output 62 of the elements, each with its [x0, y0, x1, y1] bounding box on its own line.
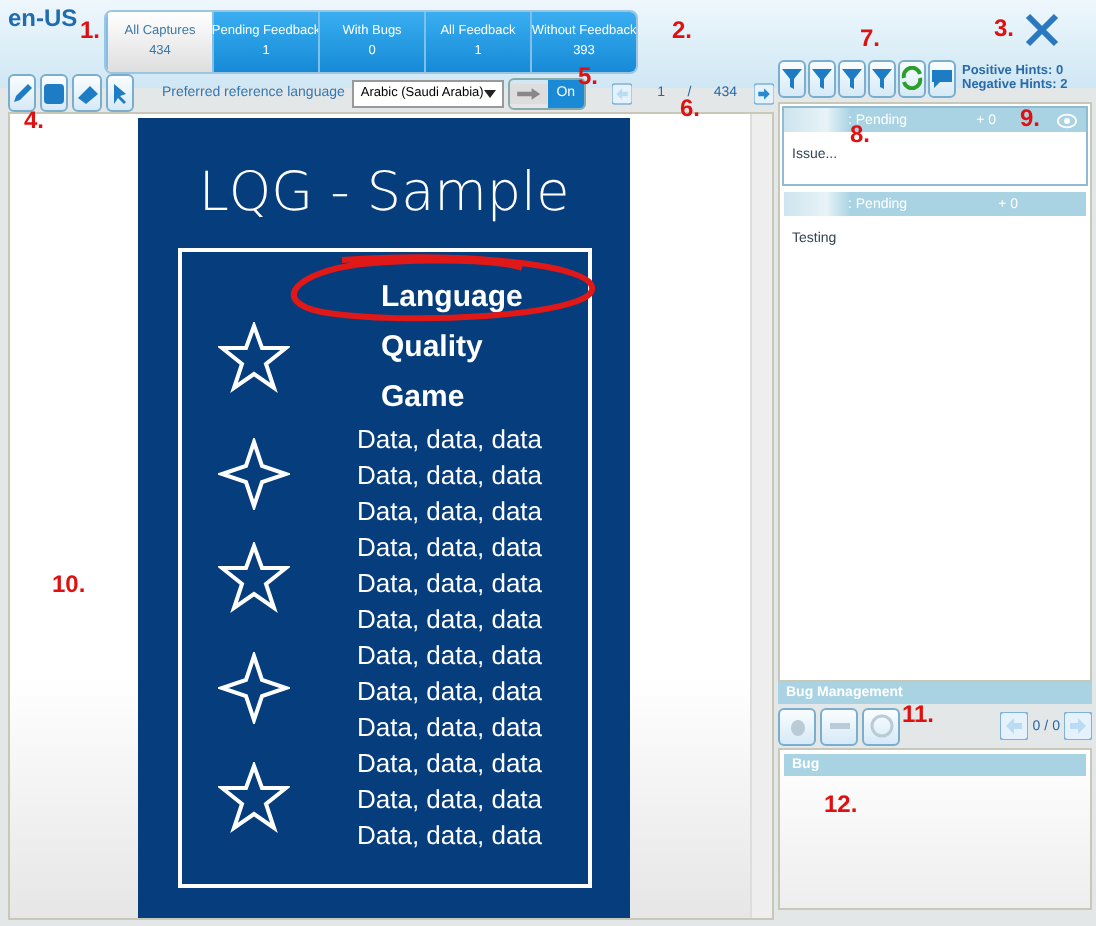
data-text: Data, data, data	[357, 818, 545, 854]
annotation-number: 10.	[52, 570, 86, 598]
data-text: Data, data, data	[357, 530, 545, 566]
data-text: Data, data, data	[357, 602, 545, 638]
refresh-icon	[900, 66, 924, 90]
data-text: Data, data, data	[357, 566, 545, 602]
pencil-icon	[10, 81, 35, 105]
data-text: Data, data, data	[357, 746, 545, 782]
headline-text: Game	[381, 378, 467, 418]
star-icon	[217, 652, 289, 724]
caret-icon	[483, 89, 496, 97]
filter-button[interactable]	[778, 59, 806, 97]
star-icon	[217, 762, 289, 834]
filter-icon	[840, 65, 864, 91]
right-arrow-icon	[1064, 712, 1092, 740]
annotation-number: 4.	[24, 106, 45, 134]
data-text: Data, data, data	[357, 494, 545, 530]
filter-icon	[870, 65, 894, 91]
bug-button[interactable]	[778, 707, 816, 745]
eraser-icon	[75, 81, 100, 105]
star-icon	[217, 322, 289, 394]
eraser-button[interactable]	[72, 74, 102, 112]
square-icon	[42, 81, 67, 105]
add-comment-button[interactable]	[928, 59, 956, 97]
data-text: Data, data, data	[357, 674, 545, 710]
rectangle-button[interactable]	[40, 74, 69, 112]
left-arrow-icon	[1000, 712, 1029, 740]
locale-label: en-US	[8, 4, 78, 32]
left-arrow-icon	[611, 79, 632, 107]
filter-icon	[780, 65, 804, 91]
annotation-number: 6.	[680, 94, 701, 122]
close-icon[interactable]	[1024, 12, 1060, 48]
refresh-button[interactable]	[898, 59, 926, 97]
star-icon	[217, 542, 289, 614]
annotation-number: 9.	[1020, 104, 1041, 132]
headline-text: Language	[381, 278, 525, 318]
filter-button[interactable]	[808, 59, 836, 97]
headline-text: Quality	[381, 328, 485, 368]
link-button[interactable]	[820, 707, 858, 745]
sample-title: LQG - Sample	[198, 162, 570, 224]
filter-button[interactable]	[838, 59, 866, 97]
star-icon	[217, 438, 289, 510]
data-text: Data, data, data	[357, 782, 545, 818]
pencil-button[interactable]	[8, 74, 37, 112]
circle-icon	[869, 714, 893, 738]
right-arrow-icon	[753, 79, 774, 107]
annotation-number: 11.	[902, 700, 935, 728]
annotation-number: 12.	[824, 790, 858, 818]
data-text: Data, data, data	[357, 638, 545, 674]
speech-bubble-icon	[930, 66, 954, 90]
remove-bug-button[interactable]	[862, 707, 900, 745]
filter-button[interactable]	[868, 59, 896, 97]
scrollbar[interactable]	[750, 114, 772, 918]
filter-icon	[810, 65, 834, 91]
annotation-number: 7.	[860, 24, 881, 52]
data-text: Data, data, data	[357, 422, 545, 458]
annotation-number: 3.	[994, 14, 1015, 42]
annotation-number: 2.	[672, 16, 693, 44]
pointer-button[interactable]	[105, 74, 134, 112]
annotation-number: 1.	[80, 16, 101, 44]
data-text: Data, data, data	[357, 458, 545, 494]
data-text: Data, data, data	[357, 710, 545, 746]
